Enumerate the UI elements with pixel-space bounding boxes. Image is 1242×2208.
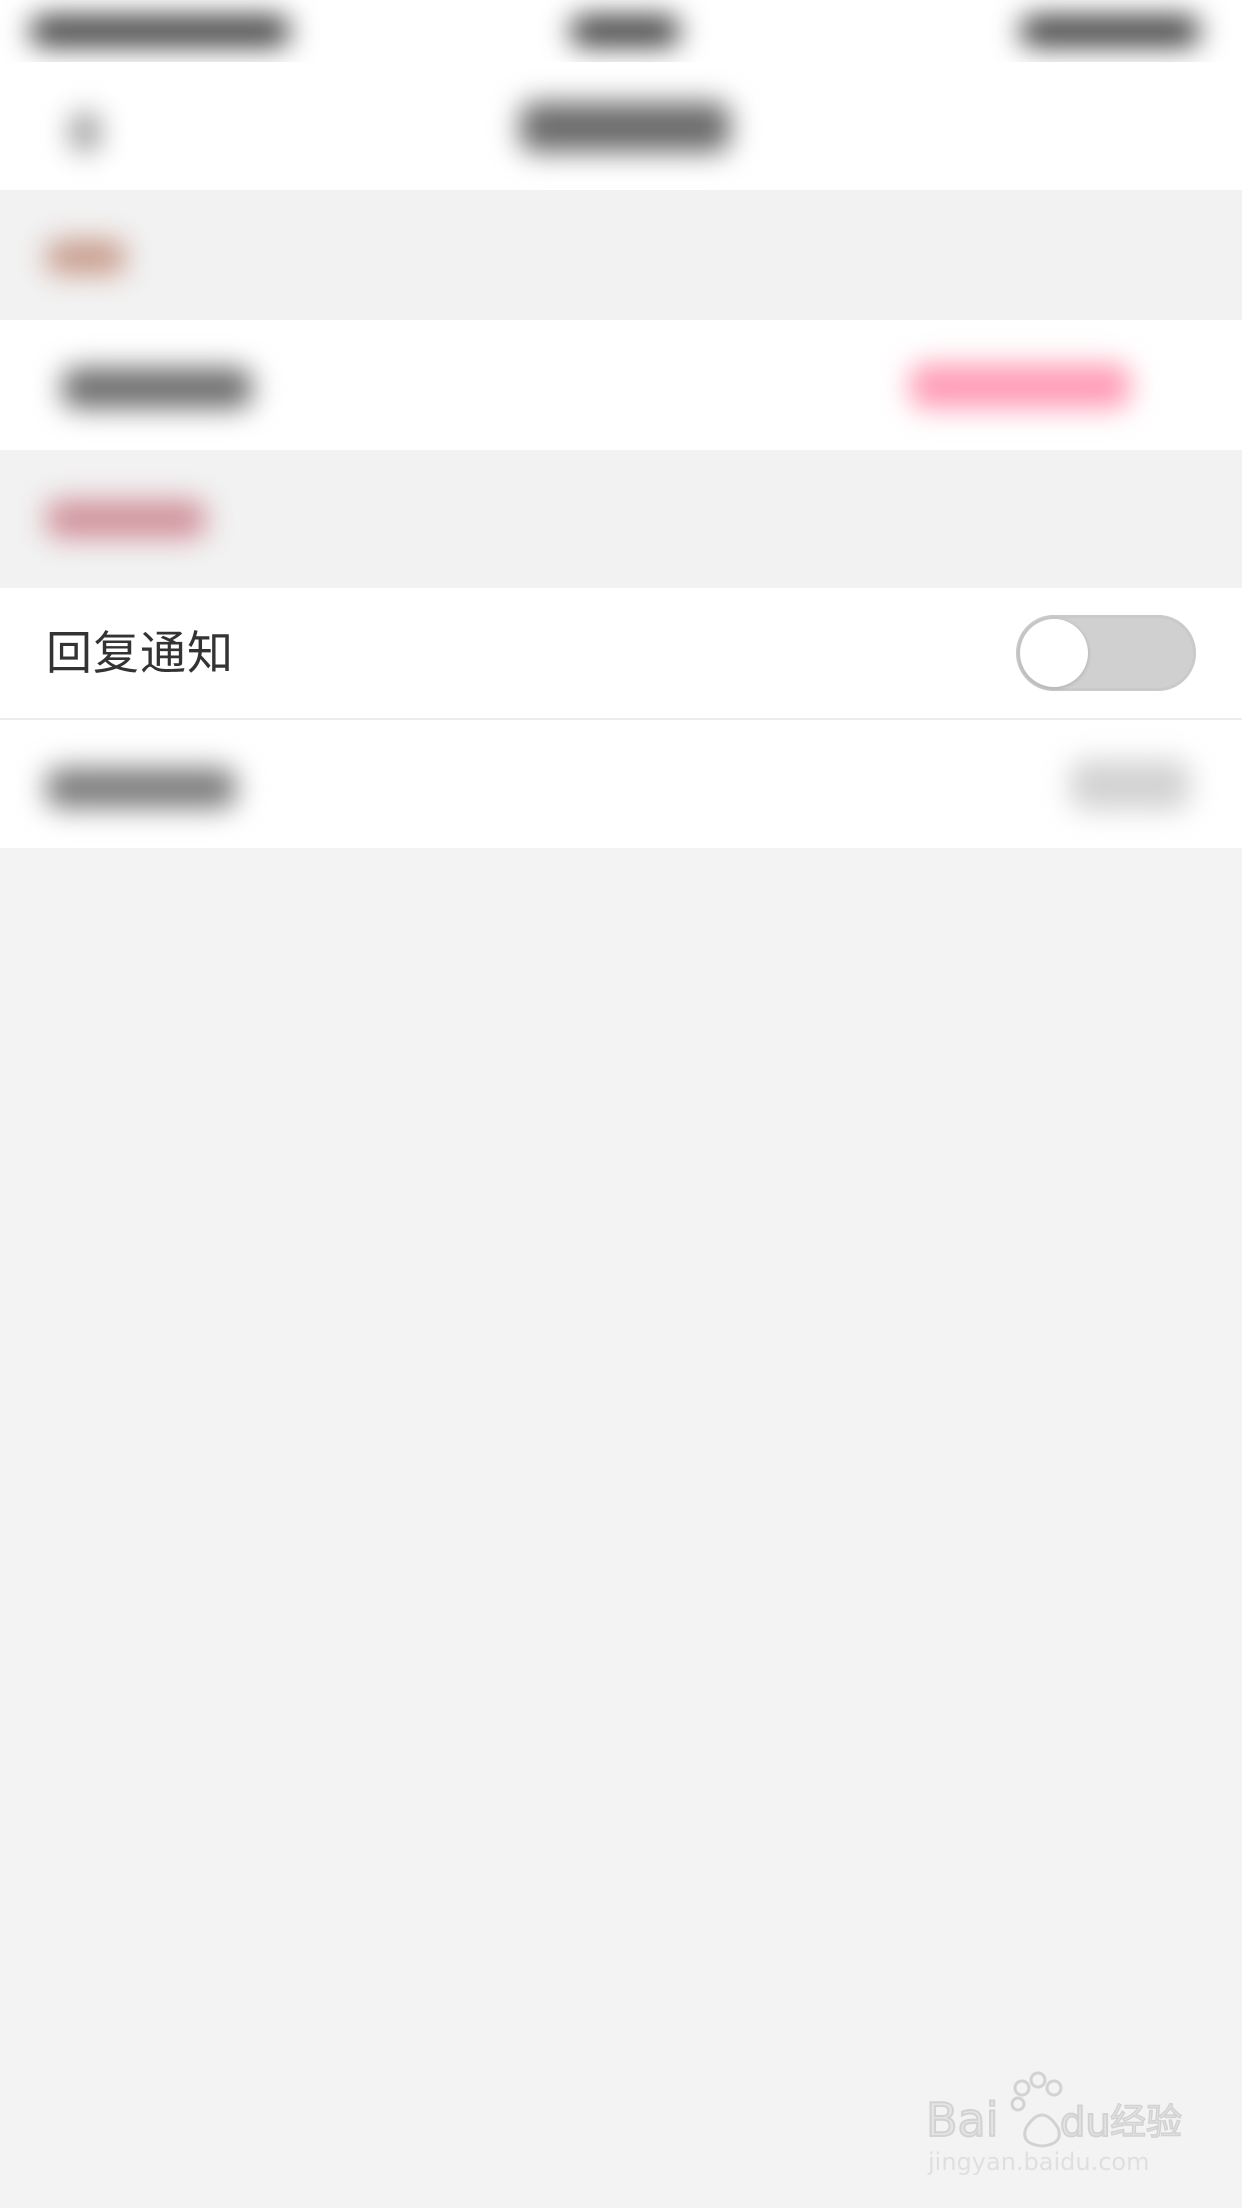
status-bar	[0, 0, 1242, 62]
settings-row-toggle[interactable]	[1070, 760, 1190, 810]
toggle-knob	[1020, 619, 1088, 687]
reply-notification-toggle[interactable]	[1016, 615, 1196, 691]
page-title	[520, 102, 730, 152]
baidu-jingyan-watermark-logo: Bai du 经验 jingyan.baidu.com	[925, 2071, 1182, 2176]
section-header	[0, 190, 1242, 320]
settings-row-label	[62, 368, 252, 408]
settings-screen: 回复通知 Bai du 经验 jingyan.baidu.com	[0, 0, 1242, 2208]
svg-text:Bai: Bai	[926, 2093, 999, 2147]
back-icon[interactable]	[70, 112, 100, 152]
reply-notification-row: 回复通知	[0, 588, 1242, 718]
reply-notification-label: 回复通知	[46, 626, 234, 680]
svg-text:经验: 经验	[1110, 2102, 1182, 2143]
section-header	[0, 450, 1242, 588]
battery-icon	[1020, 16, 1200, 46]
section-header-label	[46, 500, 206, 538]
navigation-bar	[0, 62, 1242, 190]
svg-text:jingyan.baidu.com: jingyan.baidu.com	[927, 2148, 1149, 2176]
settings-row-action-button[interactable]	[910, 364, 1130, 408]
clock-icon	[570, 16, 680, 46]
settings-row[interactable]	[0, 720, 1242, 848]
section-header-label	[46, 240, 126, 274]
svg-text:du: du	[1060, 2100, 1111, 2146]
carrier-signal-icon	[30, 16, 290, 46]
settings-row-label	[46, 768, 236, 808]
settings-row[interactable]	[0, 320, 1242, 450]
